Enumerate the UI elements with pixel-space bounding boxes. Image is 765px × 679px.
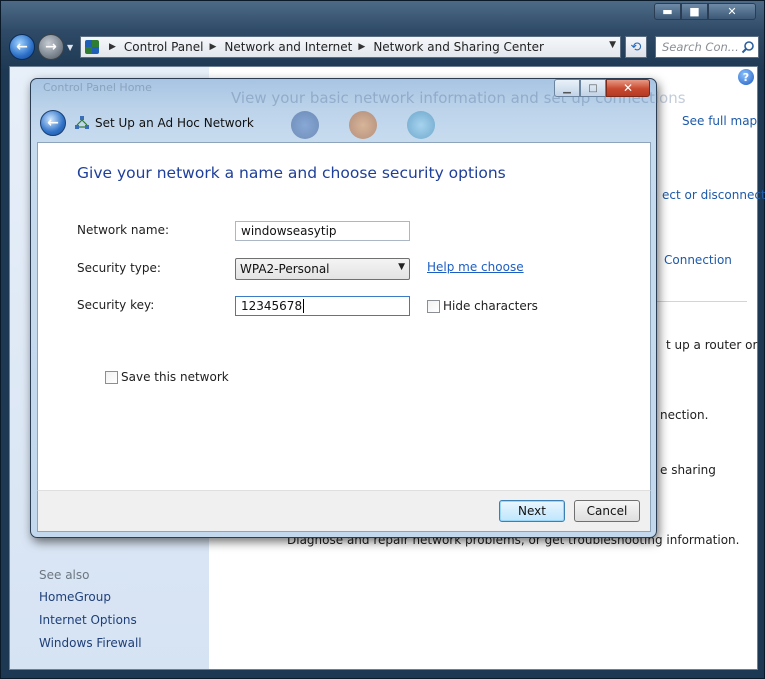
connection-link[interactable]: Connection [664, 253, 732, 267]
save-network-label[interactable]: Save this network [121, 370, 229, 384]
internet-globe-icon [407, 111, 435, 139]
recent-pages-dropdown-icon[interactable]: ▼ [67, 43, 73, 52]
close-button[interactable]: ✕ [708, 3, 756, 20]
control-panel-icon [85, 40, 99, 54]
back-arrow-icon: ← [16, 39, 28, 55]
security-key-field[interactable]: 12345678 [235, 296, 410, 316]
link-windows-firewall[interactable]: Windows Firewall [39, 636, 142, 650]
text-cursor [303, 299, 305, 313]
help-icon[interactable]: ? [738, 69, 754, 85]
cancel-button[interactable]: Cancel [574, 500, 640, 522]
hide-characters-label[interactable]: Hide characters [443, 299, 538, 313]
next-button[interactable]: Next [499, 500, 565, 522]
dialog-minimize-button[interactable]: ▁ [554, 79, 580, 97]
dialog-caption-buttons: ▁ □ ✕ [554, 79, 650, 97]
link-homegroup[interactable]: HomeGroup [39, 590, 111, 604]
save-network-checkbox[interactable] [105, 371, 118, 384]
dialog-back-button[interactable]: ← [40, 110, 66, 136]
search-icon[interactable] [741, 40, 755, 54]
dialog-close-button[interactable]: ✕ [606, 79, 650, 97]
dialog-body: Give your network a name and choose secu… [37, 142, 651, 490]
navigation-bar: ← → ▼ ▶ Control Panel ▶ Network and Inter… [9, 32, 759, 62]
security-key-value: 12345678 [241, 299, 303, 313]
search-input[interactable]: Search Con... [655, 36, 759, 58]
network-name-field[interactable]: windowseasytip [235, 221, 410, 241]
network-icon [349, 111, 377, 139]
computer-icon [291, 111, 319, 139]
window-caption-buttons: ▬ ■ ✕ [654, 3, 756, 20]
network-name-label: Network name: [77, 223, 169, 237]
security-key-label: Security key: [77, 298, 155, 312]
sharing-text: e sharing [660, 463, 716, 477]
ad-hoc-network-dialog: Control Panel Home View your basic netwo… [30, 78, 686, 538]
connect-disconnect-link[interactable]: ect or disconnect [662, 188, 765, 202]
breadcrumb-root-chevron[interactable]: ▶ [103, 42, 124, 52]
minimize-button[interactable]: ▬ [654, 3, 681, 20]
back-button[interactable]: ← [9, 34, 35, 60]
see-also-heading: See also [39, 568, 90, 582]
breadcrumb-control-panel[interactable]: Control Panel ▶ [124, 40, 225, 54]
chevron-down-icon: ▼ [398, 262, 405, 272]
ad-hoc-network-icon [75, 116, 89, 129]
dialog-maximize-button[interactable]: □ [580, 79, 606, 97]
back-arrow-icon: ← [47, 115, 59, 131]
background-network-map [291, 111, 435, 139]
forward-arrow-icon: → [45, 39, 57, 55]
help-me-choose-link[interactable]: Help me choose [427, 260, 524, 274]
maximize-button[interactable]: ■ [681, 3, 708, 20]
security-type-label: Security type: [77, 261, 161, 275]
address-bar[interactable]: ▶ Control Panel ▶ Network and Internet ▶ N… [80, 36, 621, 58]
address-dropdown-icon[interactable]: ▼ [609, 40, 616, 50]
refresh-button[interactable]: ⟲ [625, 36, 647, 58]
refresh-icon: ⟲ [630, 39, 642, 55]
link-internet-options[interactable]: Internet Options [39, 613, 137, 627]
search-placeholder: Search Con... [662, 40, 739, 54]
security-type-select[interactable]: WPA2-Personal ▼ [235, 258, 410, 280]
breadcrumb-network-and-sharing-center[interactable]: Network and Sharing Center [373, 40, 544, 54]
see-full-map-link[interactable]: See full map [682, 114, 757, 128]
nection-text: nection. [660, 408, 709, 422]
dialog-title: Set Up an Ad Hoc Network [95, 116, 254, 130]
breadcrumb-network-and-internet[interactable]: Network and Internet ▶ [224, 40, 373, 54]
ghost-title: Control Panel Home [43, 81, 152, 94]
page-heading: Give your network a name and choose secu… [77, 164, 506, 182]
security-type-selected: WPA2-Personal [240, 262, 330, 276]
forward-button[interactable]: → [38, 34, 64, 60]
dialog-footer: Next Cancel [37, 490, 651, 532]
router-text: t up a router or [666, 338, 758, 352]
hide-characters-checkbox[interactable] [427, 300, 440, 313]
